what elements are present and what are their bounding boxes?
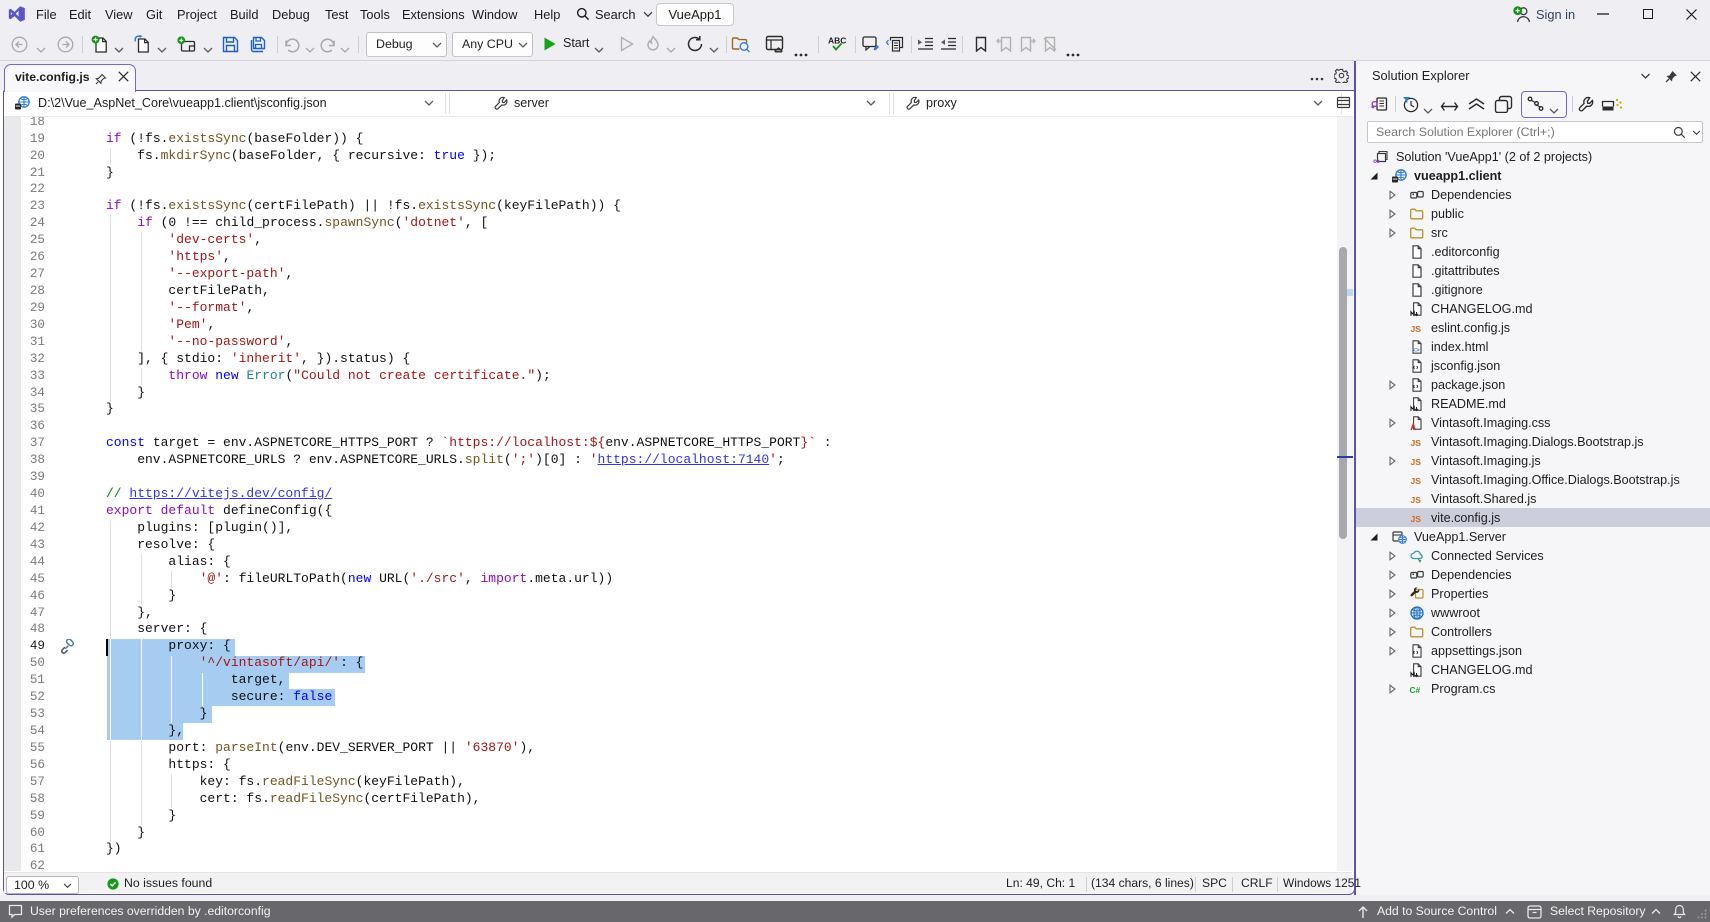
- svg-text:JS: JS: [1411, 456, 1422, 466]
- svg-text:JS: JS: [1411, 437, 1422, 447]
- svg-text:C#: C#: [1410, 685, 1421, 695]
- svg-text:JS: JS: [1411, 494, 1422, 504]
- svg-text:JS: JS: [1411, 513, 1422, 523]
- svg-text:JS: JS: [1411, 475, 1422, 485]
- svg-text:∞: ∞: [1373, 156, 1380, 165]
- svg-text:JS: JS: [1411, 323, 1422, 333]
- svg-text:ABC: ABC: [828, 36, 846, 46]
- svg-text:<>: <>: [1412, 347, 1420, 354]
